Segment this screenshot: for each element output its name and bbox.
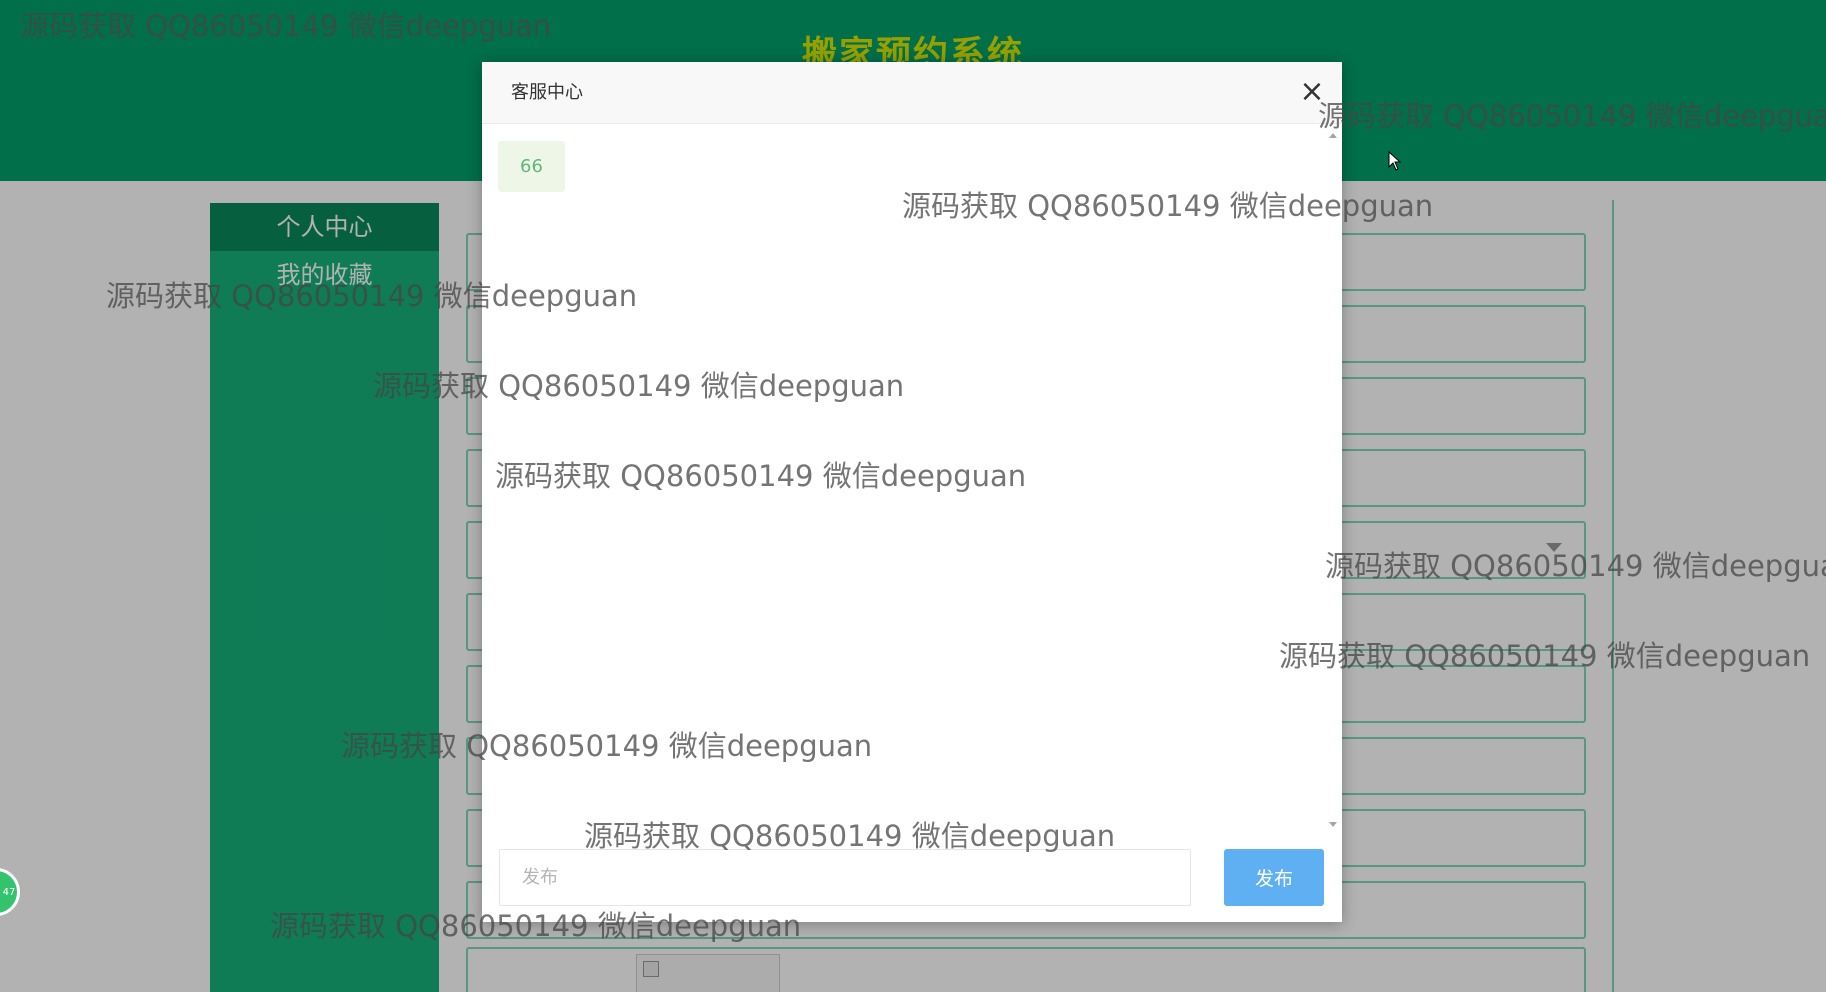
scroll-up-arrow-icon[interactable]: [1329, 133, 1337, 138]
chat-compose-bar: 发布: [482, 835, 1342, 922]
mouse-cursor-icon: [1388, 151, 1402, 171]
dialog-header: 客服中心 ×: [482, 62, 1342, 124]
message-input[interactable]: [499, 849, 1191, 906]
send-button[interactable]: 发布: [1224, 849, 1324, 906]
floating-badge-label: 47: [2, 886, 16, 898]
chat-message: 66: [498, 141, 565, 192]
chat-scrollbar[interactable]: [1325, 125, 1342, 835]
scroll-down-arrow-icon[interactable]: [1329, 822, 1337, 827]
dialog-title: 客服中心: [511, 82, 583, 103]
customer-service-dialog: 客服中心 × 66 发布: [482, 62, 1342, 922]
close-icon[interactable]: ×: [1296, 76, 1328, 108]
chat-message-list[interactable]: 66: [482, 125, 1324, 835]
